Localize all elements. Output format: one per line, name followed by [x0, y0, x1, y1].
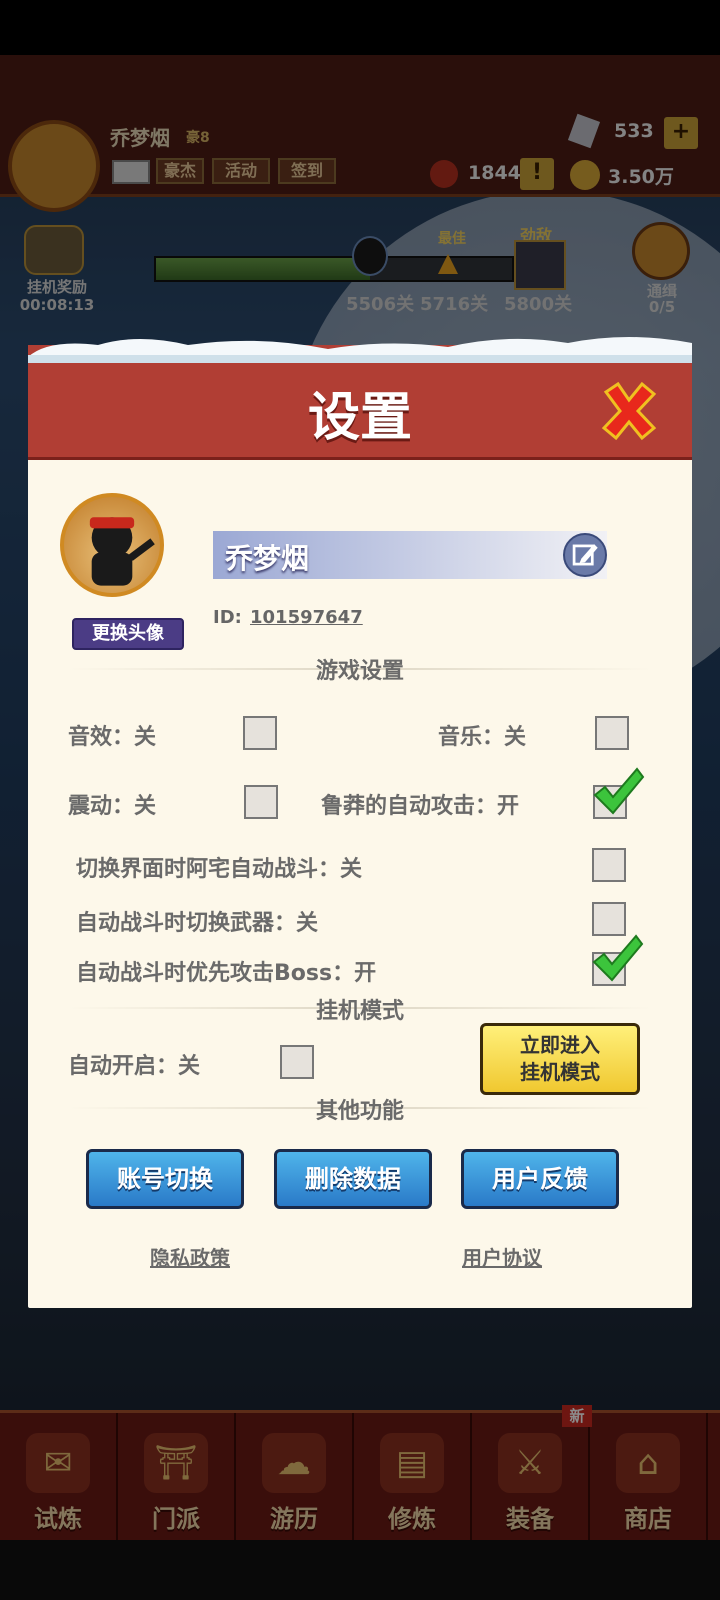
user-agreement-link[interactable]: 用户协议: [462, 1242, 542, 1271]
game-screen: 乔梦烟 豪8 豪杰 活动 签到 533 + 1844 ! 3.50万 挂机奖励 …: [0, 0, 720, 1600]
boss-first-checkbox[interactable]: [592, 934, 644, 986]
player-name: 乔梦烟: [225, 542, 310, 575]
dialog-title: 设置: [307, 388, 412, 448]
section-game-settings: 游戏设置: [315, 659, 404, 684]
switch-autofight-checkbox[interactable]: [592, 848, 626, 882]
player-avatar[interactable]: [60, 493, 164, 597]
id-label: ID:: [213, 607, 242, 628]
switch-autofight-label: 切换界面时阿宅自动战斗：关: [76, 857, 363, 882]
privacy-policy-link[interactable]: 隐私政策: [150, 1242, 230, 1271]
sound-checkbox[interactable]: [243, 716, 277, 750]
enter-afk-button[interactable]: 立即进入 挂机模式: [480, 1023, 640, 1095]
settings-dialog: 设置 更换头像 乔梦烟 ID: 101597647 游戏设置 音效：关 音乐：关…: [28, 337, 692, 1308]
feedback-button[interactable]: 用户反馈: [461, 1149, 619, 1209]
id-value[interactable]: 101597647: [250, 607, 363, 628]
vibration-label: 震动：关: [68, 794, 157, 819]
auto-attack-checkbox[interactable]: [593, 767, 645, 819]
vibration-checkbox[interactable]: [244, 785, 278, 819]
edit-name-button[interactable]: [563, 533, 607, 577]
section-afk-mode: 挂机模式: [315, 999, 404, 1024]
auto-attack-label: 鲁莽的自动攻击：开: [321, 794, 520, 819]
switch-weapon-label: 自动战斗时切换武器：关: [76, 911, 319, 936]
music-label: 音乐：关: [438, 725, 527, 750]
avatar-figure-icon: [89, 517, 155, 586]
checkmark-icon: [592, 934, 644, 982]
sound-label: 音效：关: [68, 725, 157, 750]
switch-account-button[interactable]: 账号切换: [86, 1149, 244, 1209]
edit-icon: [572, 544, 598, 566]
snow-decoration: [28, 337, 692, 363]
player-name-field[interactable]: 乔梦烟: [213, 531, 607, 579]
change-avatar-button[interactable]: 更换头像: [72, 618, 184, 650]
afk-auto-label: 自动开启：关: [68, 1054, 201, 1079]
close-icon[interactable]: [598, 380, 660, 442]
switch-weapon-checkbox[interactable]: [592, 902, 626, 936]
afk-auto-checkbox[interactable]: [280, 1045, 314, 1079]
boss-first-label: 自动战斗时优先攻击Boss：开: [76, 961, 377, 986]
delete-data-button[interactable]: 删除数据: [274, 1149, 432, 1209]
music-checkbox[interactable]: [595, 716, 629, 750]
checkmark-icon: [593, 767, 645, 815]
enter-afk-line1: 立即进入: [520, 1033, 600, 1057]
section-other-functions: 其他功能: [315, 1099, 404, 1124]
enter-afk-line2: 挂机模式: [520, 1060, 600, 1084]
